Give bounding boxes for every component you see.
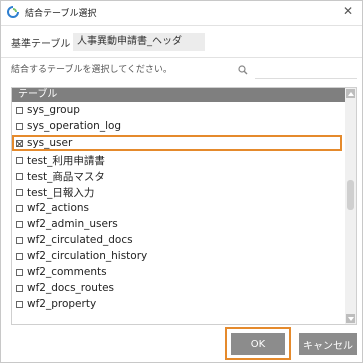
search-underline [255, 78, 357, 79]
base-table-value: 人事異動申請書_ヘッダ [73, 33, 205, 51]
divider [1, 25, 362, 26]
row-checkbox[interactable] [16, 106, 23, 114]
table-row[interactable]: wf2_docs_routes [12, 280, 346, 296]
search-row [11, 61, 357, 79]
table-name-label: wf2_property [27, 298, 97, 310]
vertical-scrollbar[interactable] [345, 88, 356, 324]
table-row[interactable]: wf2_circulation_history [12, 248, 346, 264]
row-checkbox[interactable] [16, 188, 23, 196]
search-icon[interactable] [237, 64, 249, 76]
row-checkbox[interactable] [16, 300, 23, 308]
table-row[interactable]: test_商品マスタ [12, 168, 346, 184]
table-list-body: sys_group sys_operation_log sys_user test_利… [12, 102, 346, 312]
ok-button[interactable]: OK [231, 333, 285, 355]
table-row[interactable]: wf2_admin_users [12, 216, 346, 232]
scroll-down-button[interactable] [346, 314, 355, 323]
base-table-row: 基準テーブル 人事異動申請書_ヘッダ [11, 33, 205, 51]
join-table-dialog: 結合テーブル選択 ✕ 基準テーブル 人事異動申請書_ヘッダ テーブル sys_g… [0, 0, 363, 363]
table-name-label: sys_operation_log [27, 120, 122, 132]
table-name-label: wf2_comments [27, 266, 107, 278]
scroll-thumb[interactable] [347, 180, 354, 210]
table-name-label: sys_user [27, 137, 73, 149]
row-checkbox[interactable] [16, 156, 23, 164]
base-table-label: 基準テーブル [11, 38, 71, 50]
table-name-label: test_日報入力 [27, 186, 95, 199]
table-row[interactable]: sys_operation_log [12, 118, 346, 134]
chevron-down-icon [347, 316, 354, 321]
close-button[interactable]: ✕ [340, 3, 356, 19]
table-name-label: wf2_circulation_history [27, 250, 148, 262]
row-checkbox[interactable] [16, 139, 23, 147]
divider [1, 57, 362, 58]
table-row[interactable]: wf2_actions [12, 200, 346, 216]
table-row[interactable]: sys_group [12, 102, 346, 118]
table-name-label: test_商品マスタ [27, 170, 105, 183]
table-row[interactable]: wf2_comments [12, 264, 346, 280]
row-checkbox[interactable] [16, 172, 23, 180]
title-bar: 結合テーブル選択 ✕ [1, 1, 362, 23]
table-row[interactable]: test_利用申請書 [12, 152, 346, 168]
table-row[interactable]: wf2_property [12, 296, 346, 312]
dialog-title: 結合テーブル選択 [25, 8, 97, 19]
row-checkbox[interactable] [16, 236, 23, 244]
close-icon: ✕ [342, 4, 354, 18]
row-checkbox[interactable] [16, 284, 23, 292]
chevron-up-icon [347, 91, 354, 96]
row-checkbox[interactable] [16, 268, 23, 276]
scroll-up-button[interactable] [346, 89, 355, 98]
table-list: テーブル sys_group sys_operation_log sys_usert… [11, 87, 357, 325]
table-row[interactable]: wf2_circulated_docs [12, 232, 346, 248]
table-name-label: sys_group [27, 104, 80, 116]
table-row[interactable]: sys_user [12, 135, 342, 151]
table-name-label: test_利用申請書 [27, 154, 105, 167]
column-header-table: テーブル [12, 88, 346, 102]
table-name-label: wf2_circulated_docs [27, 234, 133, 246]
dialog-footer: OK キャンセル [1, 327, 362, 362]
row-checkbox[interactable] [16, 252, 23, 260]
app-logo-icon [7, 6, 19, 18]
table-row[interactable]: test_日報入力 [12, 184, 346, 200]
table-name-label: wf2_docs_routes [27, 282, 115, 294]
row-checkbox[interactable] [16, 204, 23, 212]
cancel-button[interactable]: キャンセル [299, 333, 357, 355]
table-name-label: wf2_actions [27, 202, 90, 214]
row-checkbox[interactable] [16, 220, 23, 228]
table-name-label: wf2_admin_users [27, 218, 118, 230]
search-input[interactable] [11, 62, 237, 78]
row-checkbox[interactable] [16, 122, 23, 130]
